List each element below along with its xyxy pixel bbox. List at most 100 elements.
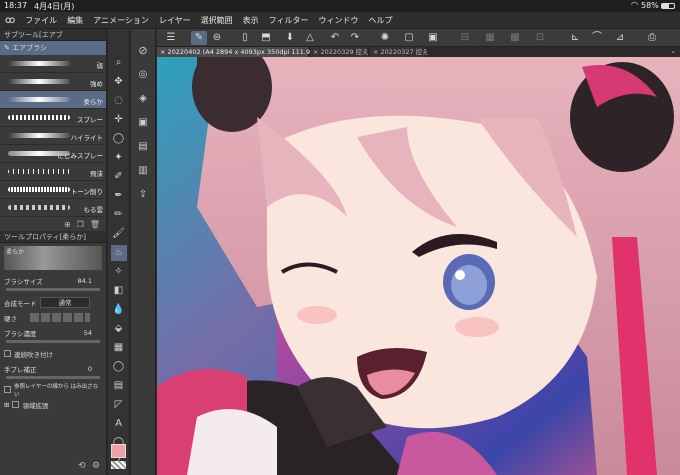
export-icon[interactable]: ⇪ [135, 187, 151, 203]
pencil-icon[interactable]: ✏ [111, 207, 127, 223]
blend-mode-row[interactable]: 合成モード 通常 [0, 295, 106, 310]
ruler-snap-icon[interactable]: ⊾ [567, 31, 583, 45]
property-icon[interactable]: ▥ [135, 163, 151, 179]
brush-size-row[interactable]: ブラシサイズ 84.1 [0, 273, 106, 288]
canvas[interactable] [157, 57, 680, 475]
menu-help[interactable]: ヘルプ [363, 15, 397, 26]
delete-subtool-icon[interactable]: 🗑 [90, 220, 100, 229]
deselect-icon[interactable]: ▢ [401, 31, 417, 45]
record-icon[interactable]: ⊜ [209, 31, 225, 45]
main-color-swatch[interactable] [111, 444, 126, 458]
settings-icon[interactable]: ⚙ [92, 461, 100, 471]
pen-icon[interactable]: ✒ [111, 188, 127, 204]
text-icon[interactable]: A [111, 416, 127, 432]
menu-icon[interactable]: ☰ [163, 31, 179, 45]
brush-item[interactable]: にじみスプレー [0, 145, 106, 163]
density-row[interactable]: ブラシ濃度 54 [0, 325, 106, 340]
redo-icon[interactable]: ↷ [347, 31, 363, 45]
undo-icon[interactable]: ↶ [327, 31, 343, 45]
menu-filter[interactable]: フィルター [264, 15, 314, 26]
brush-item[interactable]: トーン削り [0, 181, 106, 199]
crop-icon[interactable]: ⊟ [457, 31, 473, 45]
pen-mode-icon[interactable]: ✎ [191, 31, 207, 45]
menu-view[interactable]: 表示 [238, 15, 264, 26]
magic-wand-icon[interactable]: ✦ [111, 150, 127, 166]
brush-size-value[interactable]: 84.1 [78, 277, 92, 285]
menu-file[interactable]: ファイル [20, 15, 62, 26]
no-entry-icon[interactable]: ⊘ [135, 43, 151, 59]
brush-item[interactable]: 飛沫 [0, 163, 106, 181]
continuous-spray-row[interactable]: 連続吹き付け [0, 346, 106, 361]
gradient-icon[interactable]: ▦ [111, 340, 127, 356]
brush-item[interactable]: 弱 [0, 55, 106, 73]
add-subtool-icon[interactable]: ⊕ [64, 220, 71, 229]
eraser-icon[interactable]: ◧ [111, 283, 127, 299]
continuous-checkbox[interactable] [4, 350, 11, 357]
close-tab-icon[interactable]: × [373, 48, 381, 56]
navigator-icon[interactable]: ▣ [135, 115, 151, 131]
subtool-header[interactable]: サブツール[エアブ [0, 29, 106, 41]
save-icon[interactable]: ⬇ [282, 31, 298, 45]
blend-mode-select[interactable]: 通常 [40, 297, 90, 308]
warning-icon[interactable]: △ [302, 31, 318, 45]
clear-icon[interactable]: ▩ [507, 31, 523, 45]
tool-property-header[interactable]: ツールプロパティ[柔らか] [0, 231, 106, 243]
new-file-icon[interactable]: ▯ [237, 31, 253, 45]
brush-item[interactable]: スプレー [0, 109, 106, 127]
airbrush-tool-icon[interactable]: ♨ [110, 245, 127, 261]
move-icon[interactable]: ✥ [111, 74, 127, 90]
figure-icon[interactable]: ◯ [111, 359, 127, 375]
hardness-row[interactable]: 硬さ [0, 310, 106, 325]
quick-access-icon[interactable]: ⎙ [644, 31, 660, 45]
brush-item-selected[interactable]: 柔らか [0, 91, 106, 109]
loading-icon[interactable]: ✺ [377, 31, 393, 45]
stabilization-row[interactable]: 手ブレ補正 0 [0, 361, 106, 376]
sub-color-swatch[interactable] [111, 461, 126, 469]
app-logo-icon[interactable]: ꝏ [0, 15, 20, 26]
layer-icon[interactable]: ◈ [135, 91, 151, 107]
menu-edit[interactable]: 編集 [62, 15, 88, 26]
expand-toggle-icon[interactable]: ⊞ [4, 401, 9, 409]
lasso-icon[interactable]: ◌ [111, 93, 127, 109]
hardness-slider[interactable] [30, 313, 90, 322]
zoom-icon[interactable]: ⌕ [111, 55, 127, 71]
fill-select-icon[interactable]: ▦ [482, 31, 498, 45]
menu-animation[interactable]: アニメーション [88, 15, 154, 26]
brush-icon[interactable]: 🖌 [111, 226, 127, 242]
eyedropper-icon[interactable]: ✐ [111, 169, 127, 185]
material-icon[interactable]: ▤ [135, 139, 151, 155]
ref-layer-checkbox[interactable] [4, 386, 11, 393]
ruler-icon[interactable]: ◸ [111, 397, 127, 413]
subtool-category[interactable]: ✎ エアブラシ [0, 41, 106, 55]
tab-20220327[interactable]: × 20220327 控え [370, 47, 429, 57]
special-ruler-icon[interactable]: ⊿ [612, 31, 628, 45]
expand-area-row[interactable]: ⊞ 領域拡張 [0, 397, 106, 412]
decoration-icon[interactable]: ✧ [111, 264, 127, 280]
chevron-down-icon[interactable]: ⌄ [670, 47, 676, 55]
tab-current[interactable]: × 20220402 (A4 2894 x 4093px 350dpi 111.… [157, 47, 319, 57]
move-layer-icon[interactable]: ✛ [111, 112, 127, 128]
brush-snap-icon[interactable]: ⌒ [589, 31, 605, 45]
close-tab-icon[interactable]: × [160, 48, 168, 56]
transform-icon[interactable]: ⊡ [532, 31, 548, 45]
invert-select-icon[interactable]: ▣ [425, 31, 441, 45]
menu-selection[interactable]: 選択範囲 [196, 15, 238, 26]
frame-icon[interactable]: ▤ [111, 378, 127, 394]
density-value[interactable]: 54 [84, 329, 92, 337]
stabilization-value[interactable]: 0 [88, 365, 92, 373]
color-wheel-icon[interactable]: ◎ [135, 67, 151, 83]
ref-layer-row[interactable]: 参照レイヤーの線から はみ出さない [0, 382, 106, 398]
menu-layer[interactable]: レイヤー [154, 15, 196, 26]
brush-item[interactable]: 強め [0, 73, 106, 91]
tab-20220329[interactable]: × 20220329 控え [310, 47, 369, 57]
close-tab-icon[interactable]: × [313, 48, 321, 56]
brush-item[interactable]: ハイライト [0, 127, 106, 145]
brush-item[interactable]: もる雲 [0, 199, 106, 217]
expand-checkbox[interactable] [12, 401, 20, 408]
copy-subtool-icon[interactable]: ❐ [77, 220, 84, 229]
blend-icon[interactable]: 💧 [111, 302, 127, 318]
fill-icon[interactable]: ⬙ [111, 321, 127, 337]
menu-window[interactable]: ウィンドウ [313, 15, 363, 26]
reset-icon[interactable]: ⟲ [78, 461, 86, 471]
lasso-select-icon[interactable]: ◯ [111, 131, 127, 147]
